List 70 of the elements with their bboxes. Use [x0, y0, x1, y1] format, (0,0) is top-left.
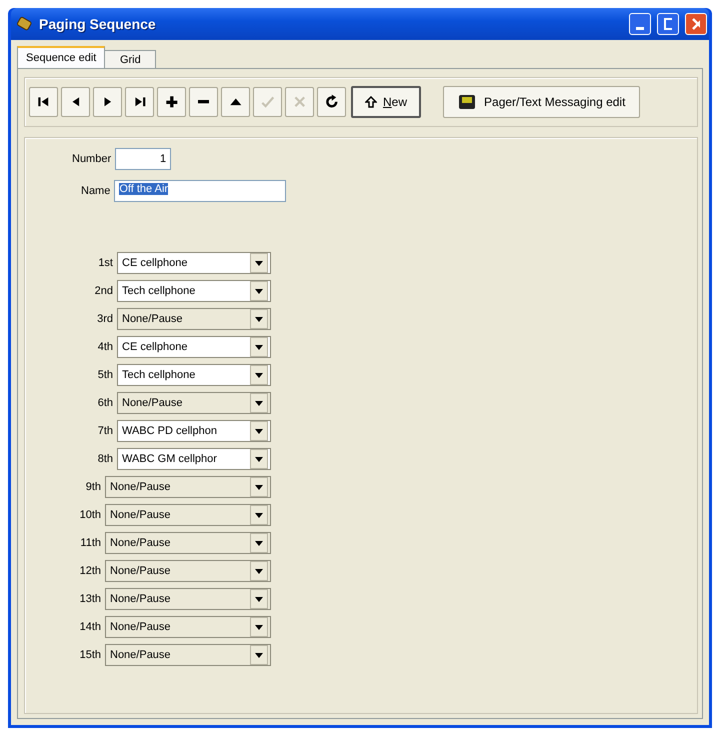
- dropdown[interactable]: None/Pause: [105, 644, 271, 666]
- close-button[interactable]: [685, 13, 707, 35]
- dropdown[interactable]: None/Pause: [105, 476, 271, 498]
- toolbar-button[interactable]: [157, 87, 186, 117]
- step-label: 8th: [96, 453, 113, 465]
- dropdown[interactable]: None/Pause: [117, 308, 271, 330]
- dropdown[interactable]: None/Pause: [105, 560, 271, 582]
- dropdown-arrow-icon: [255, 288, 263, 294]
- dropdown-arrow-icon: [255, 540, 263, 546]
- dropdown-arrow-icon: [255, 372, 263, 378]
- toolbar-button[interactable]: [29, 87, 58, 117]
- dropdown[interactable]: None/Pause: [105, 588, 271, 610]
- minimize-icon: [636, 26, 644, 30]
- step-label: 15th: [78, 649, 101, 661]
- maximize-button[interactable]: [657, 13, 679, 35]
- step-label: 14th: [78, 621, 101, 633]
- dropdown[interactable]: None/Pause: [105, 504, 271, 526]
- pager-icon: [458, 94, 476, 110]
- dropdown-arrow-icon: [255, 344, 263, 350]
- minus-icon: [198, 100, 209, 104]
- window-title: Paging Sequence: [39, 16, 157, 32]
- toolbar-button[interactable]: [125, 87, 154, 117]
- toolbar-button[interactable]: [61, 87, 90, 117]
- name-field[interactable]: Off the Air: [114, 180, 286, 202]
- dropdown[interactable]: Tech cellphone: [117, 364, 271, 386]
- dropdown[interactable]: WABC GM cellphor: [117, 448, 271, 470]
- step-label: 12th: [78, 565, 101, 577]
- minimize-button[interactable]: [629, 13, 651, 35]
- dropdown-arrow-icon: [255, 428, 263, 434]
- step-label: 13th: [78, 593, 101, 605]
- step-label: 5th: [96, 369, 113, 381]
- close-icon: [692, 18, 700, 30]
- toolbar-button[interactable]: [93, 87, 122, 117]
- toolbar-button[interactable]: [317, 87, 346, 117]
- dropdown[interactable]: Tech cellphone: [117, 280, 271, 302]
- step-label: 6th: [96, 397, 113, 409]
- tab[interactable]: Grid: [104, 50, 156, 68]
- field-label: Number: [72, 153, 112, 165]
- dropdown[interactable]: CE cellphone: [117, 252, 271, 274]
- number-field[interactable]: 1: [115, 148, 172, 170]
- dropdown-arrow-icon: [255, 484, 263, 490]
- dropdown[interactable]: WABC PD cellphon: [117, 420, 271, 442]
- tab[interactable]: Sequence edit: [17, 46, 106, 68]
- step-label: 7th: [96, 425, 113, 437]
- pager-edit-button[interactable]: Pager/Text Messaging edit: [443, 86, 640, 118]
- dropdown-arrow-icon: [255, 400, 263, 406]
- dropdown[interactable]: None/Pause: [105, 532, 271, 554]
- dropdown-arrow-icon: [255, 568, 263, 574]
- step-label: 10th: [78, 509, 101, 521]
- arrow-icon: [365, 96, 377, 108]
- dropdown-arrow-icon: [255, 456, 263, 462]
- step-label: 2nd: [94, 285, 113, 297]
- dropdown[interactable]: CE cellphone: [117, 336, 271, 358]
- step-label: 11th: [79, 537, 101, 549]
- dropdown-arrow-icon: [255, 652, 263, 658]
- dropdown-arrow-icon: [255, 624, 263, 630]
- dropdown[interactable]: None/Pause: [117, 392, 271, 414]
- new-button[interactable]: New: [351, 86, 422, 118]
- dropdown-arrow-icon: [255, 512, 263, 518]
- dropdown-arrow-icon: [255, 316, 263, 322]
- step-label: 3rd: [96, 313, 113, 325]
- toolbar-button[interactable]: [189, 87, 218, 117]
- dropdown-arrow-icon: [255, 596, 263, 602]
- step-label: 4th: [96, 341, 113, 353]
- dropdown-arrow-icon: [255, 260, 263, 266]
- toolbar-button[interactable]: [221, 87, 250, 117]
- field-label: Name: [81, 185, 110, 197]
- step-label: 1st: [97, 257, 113, 269]
- step-label: 9th: [84, 481, 101, 493]
- dropdown[interactable]: None/Pause: [105, 616, 271, 638]
